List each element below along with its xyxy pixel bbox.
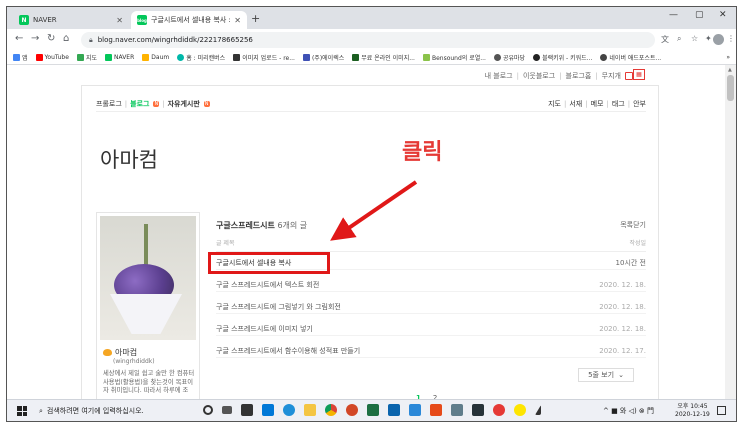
new-tab-button[interactable]: + xyxy=(251,12,260,25)
bookmark-daum[interactable]: Daum xyxy=(142,54,169,61)
toolbar: ← → ↻ ⌂ 🔒︎ blog.naver.com/wingrhdiddk/22… xyxy=(7,29,736,51)
blog-page: 내 블로그 | 이웃블로그 | 블로그홈 | 무지개 ▦ 프롤로그 | 블로그 … xyxy=(7,65,725,399)
lock-icon: 🔒︎ xyxy=(89,35,93,44)
youtube-icon xyxy=(35,54,43,61)
eye-icon xyxy=(233,54,241,61)
bookmark-image-upload[interactable]: 이미지 업로드 - re... xyxy=(233,53,295,62)
screen-frame: N NAVER ✕ blog 구글시트에서 셀내용 복사 : 네이 ✕ + — … xyxy=(6,6,737,422)
extensions-icon[interactable]: ✦ xyxy=(705,34,712,43)
scroll-up-icon[interactable]: ▲ xyxy=(728,67,732,73)
nav-separator: | xyxy=(559,72,562,80)
bookmark-arex[interactable]: (주)에이렉스 xyxy=(302,53,344,62)
bookmark-map[interactable]: 지도 xyxy=(76,53,97,62)
bookmark-adpost[interactable]: 네이버 애드포스트... xyxy=(600,53,661,62)
edge-icon[interactable] xyxy=(283,404,295,416)
tab-blog-post[interactable]: blog 구글시트에서 셀내용 복사 : 네이 ✕ xyxy=(131,11,247,29)
bookmark-free-image[interactable]: 무료 온라인 이미지... xyxy=(352,53,415,62)
bookmark-miricanvas[interactable]: 홈 : 미리캔버스 xyxy=(177,53,225,62)
tab-bar: N NAVER ✕ blog 구글시트에서 셀내용 복사 : 네이 ✕ + — … xyxy=(7,7,736,29)
image-site-icon xyxy=(352,54,360,61)
address-text: blog.naver.com/wingrhdiddk/222178665256 xyxy=(97,36,253,44)
cortana-icon[interactable] xyxy=(203,405,213,415)
top-nav-neighbor-blog[interactable]: 이웃블로그 xyxy=(523,71,555,81)
blog-favicon-icon: blog xyxy=(137,15,147,25)
scrollbar[interactable]: ▲ xyxy=(725,65,736,399)
clock-date: 2020-12-19 xyxy=(675,411,710,418)
app-icon[interactable] xyxy=(451,404,463,416)
translate-icon[interactable]: 文 xyxy=(661,34,669,45)
nav-separator: | xyxy=(516,72,519,80)
scrollbar-thumb[interactable] xyxy=(727,75,734,101)
bensound-icon xyxy=(422,54,430,61)
close-window-button[interactable]: ✕ xyxy=(719,10,727,20)
bookmarks-bar: 앱 YouTube 지도 NAVER Daum 홈 : 미리캔버스 이미지 업로… xyxy=(7,51,736,65)
tab-label: NAVER xyxy=(33,16,57,24)
back-arrow-icon[interactable]: ← xyxy=(15,33,23,44)
daum-icon xyxy=(142,54,150,61)
clock-time: 오후 10:45 xyxy=(677,403,708,410)
notification-badge-icon[interactable] xyxy=(625,72,633,80)
reload-icon[interactable]: ↻ xyxy=(47,33,55,44)
bookmarks-more[interactable]: » xyxy=(726,54,730,61)
app-icon[interactable] xyxy=(430,404,442,416)
profile-avatar-icon[interactable] xyxy=(713,34,724,45)
apps-grid-icon xyxy=(13,54,20,61)
excel-icon[interactable] xyxy=(367,404,379,416)
menu-dots-icon[interactable]: ⋮ xyxy=(727,34,735,43)
taskbar-search[interactable]: ⌕ 검색하려면 여기에 입력하십시오. xyxy=(35,403,195,419)
bookmark-gongu[interactable]: 공유마당 xyxy=(493,53,525,62)
bookmark-youtube[interactable]: YouTube xyxy=(35,54,69,61)
tab-label: 구글시트에서 셀내용 복사 : 네이 xyxy=(151,16,230,24)
tab-close-icon[interactable]: ✕ xyxy=(234,16,241,25)
mail-icon[interactable] xyxy=(262,404,274,416)
top-nav-my-blog[interactable]: 내 블로그 xyxy=(485,71,513,81)
explorer-icon[interactable] xyxy=(304,404,316,416)
globe-icon xyxy=(600,54,608,61)
top-nav-user[interactable]: 무지개 xyxy=(602,71,621,81)
blog-container: 프롤로그 | 블로그 N | 자유게시판 N 지도 | 서재 | 메모 | 태그… xyxy=(81,85,659,399)
notification-center-icon[interactable] xyxy=(717,406,726,415)
windows-start-icon[interactable] xyxy=(17,406,27,416)
nav-separator: | xyxy=(595,72,598,80)
miricanvas-icon xyxy=(177,54,185,61)
search-icon: ⌕ xyxy=(39,406,43,415)
forward-arrow-icon[interactable]: → xyxy=(31,33,39,44)
map-icon xyxy=(76,54,84,61)
globe-icon xyxy=(493,54,501,61)
globe-icon xyxy=(533,54,541,61)
red-arrow-icon xyxy=(330,180,418,241)
powerpoint-icon[interactable] xyxy=(346,404,358,416)
star-icon[interactable]: ☆ xyxy=(691,34,698,43)
taskbar-apps xyxy=(203,404,541,416)
task-view-icon[interactable] xyxy=(222,406,232,414)
bookmark-apps[interactable]: 앱 xyxy=(13,53,28,62)
blog-top-nav: 내 블로그 | 이웃블로그 | 블로그홈 | 무지개 xyxy=(485,71,633,81)
address-bar[interactable]: 🔒︎ blog.naver.com/wingrhdiddk/2221786652… xyxy=(81,32,655,48)
terminal-icon[interactable] xyxy=(472,404,484,416)
kakaotalk-icon[interactable] xyxy=(514,404,526,416)
app-icon[interactable] xyxy=(493,404,505,416)
taskbar: ⌕ 검색하려면 여기에 입력하십시오. ^ ■ 와 ◁) ⊗ 門 오후 10:4… xyxy=(7,399,736,421)
bookmark-blackkiwi[interactable]: 블랙키위 - 키워드... xyxy=(533,53,592,62)
zoom-icon[interactable]: ⌕ xyxy=(677,34,681,44)
app-icon[interactable] xyxy=(409,404,421,416)
naver-icon xyxy=(104,54,112,61)
apps-grid-icon[interactable]: ▦ xyxy=(633,69,645,80)
maximize-button[interactable]: ▢ xyxy=(695,10,704,20)
minimize-button[interactable]: — xyxy=(669,10,678,20)
top-nav-blog-home[interactable]: 블로그홈 xyxy=(566,71,592,81)
naver-favicon-icon: N xyxy=(19,15,29,25)
bookmark-naver[interactable]: NAVER xyxy=(104,54,134,61)
chrome-icon[interactable] xyxy=(325,404,337,416)
store-icon[interactable] xyxy=(241,404,253,416)
tab-close-icon[interactable]: ✕ xyxy=(116,16,123,25)
arex-icon xyxy=(302,54,310,61)
tab-naver[interactable]: N NAVER ✕ xyxy=(13,11,129,29)
outlook-icon[interactable] xyxy=(388,404,400,416)
cursor-icon[interactable] xyxy=(535,405,541,415)
home-icon[interactable]: ⌂ xyxy=(63,33,69,44)
system-tray[interactable]: ^ ■ 와 ◁) ⊗ 門 xyxy=(603,406,654,416)
bookmark-bensound[interactable]: Bensound의 로열... xyxy=(422,53,486,62)
taskbar-clock[interactable]: 오후 10:45 2020-12-19 xyxy=(675,403,710,419)
